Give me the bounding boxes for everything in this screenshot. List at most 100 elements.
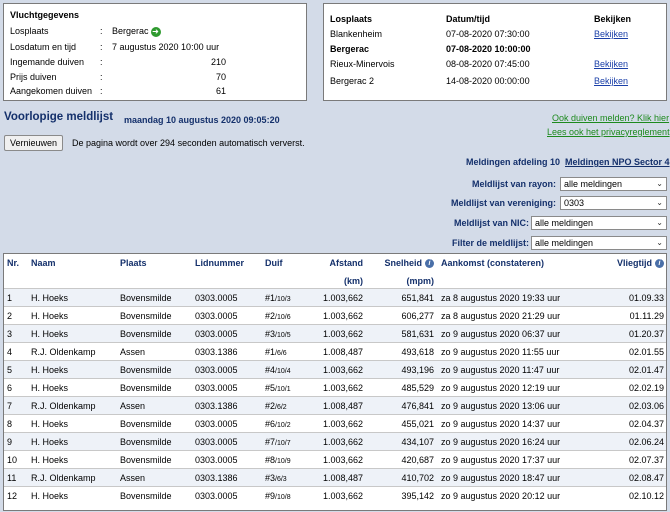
chevron-down-icon: ⌄ [656,179,663,188]
cell-plaats: Bovensmilde [117,414,192,433]
cell-afstand: 1.003,662 [310,306,367,325]
afstand-unit: (km) [343,276,363,286]
cell-nr: 4 [4,342,28,361]
cell-naam: R.J. Oldenkamp [28,468,117,487]
cell-snelheid: 434,107 [367,432,438,451]
info-icon[interactable]: i [655,259,664,269]
flight-value: 210 [210,57,226,67]
cell-aankomst: zo 9 augustus 2020 16:24 uur [438,432,591,451]
cell-vliegtijd: 02.06.24 [591,432,666,451]
cell-naam: H. Hoeks [28,306,117,325]
filter-label-rayon: Meldlijst van rayon: [471,179,556,189]
cell-duif: #3/10/5 [262,324,310,343]
table-row: 7 R.J. Oldenkamp Assen 0303.1386 #2/6/2 1.008… [4,396,666,415]
col-snelheid[interactable]: Snelheid i [367,254,438,276]
cell-aankomst: za 8 augustus 2020 21:29 uur [438,306,591,325]
flight-value: Bergerac [112,26,149,36]
snelheid-unit: (mpm) [406,276,435,286]
cell-afstand: 1.003,662 [310,432,367,451]
col-lidnummer[interactable]: Lidnummer [192,254,262,276]
chevron-down-icon: ⌄ [656,238,663,247]
cell-plaats: Bovensmilde [117,450,192,469]
cell-afstand: 1.003,662 [310,288,367,307]
rayon-select[interactable]: alle meldingen ⌄ [560,177,667,191]
flight-label: Aangekomen duiven [10,86,93,96]
cell-afstand: 1.008,487 [310,396,367,415]
cell-vliegtijd: 02.10.12 [591,486,666,505]
chevron-down-icon: ⌄ [656,198,663,207]
cell-naam: H. Hoeks [28,360,117,379]
meldlijst-filter-select[interactable]: alle meldingen ⌄ [531,236,667,250]
cell-vliegtijd: 02.01.55 [591,342,666,361]
col-vliegtijd[interactable]: Vliegtijd i [591,254,666,276]
info-icon[interactable]: i [425,259,434,269]
cell-naam: R.J. Oldenkamp [28,342,117,361]
col-duif[interactable]: Duif [262,254,310,276]
nic-select[interactable]: alle meldingen ⌄ [531,216,667,230]
cell-aankomst: zo 9 augustus 2020 20:12 uur [438,486,591,505]
forward-arrow-icon[interactable]: ➜ [150,26,161,37]
cell-vliegtijd: 01.09.33 [591,288,666,307]
filter-label-vereniging: Meldlijst van vereniging: [450,198,556,208]
cell-duif: #7/10/7 [262,432,310,451]
cell-naam: H. Hoeks [28,432,117,451]
cell-vliegtijd: 01.11.29 [591,306,666,325]
cell-naam: H. Hoeks [28,414,117,433]
cell-duif: #6/10/2 [262,414,310,433]
flight-info-title: Vluchtgegevens [10,10,80,20]
cell-nr: 12 [4,486,28,505]
results-table-panel: Nr. Naam Plaats Lidnummer Duif Afstand S… [3,253,667,511]
cell-snelheid: 410,702 [367,468,438,487]
cell-snelheid: 476,841 [367,396,438,415]
table-header-row: Nr. Naam Plaats Lidnummer Duif Afstand S… [4,254,666,276]
view-link[interactable]: Bekijken [594,27,628,41]
col-plaats[interactable]: Plaats [117,254,192,276]
view-link[interactable]: Bekijken [594,74,628,88]
table-row: 2 H. Hoeks Bovensmilde 0303.0005 #2/10/6 1.00… [4,306,666,325]
table-row: 4 R.J. Oldenkamp Assen 0303.1386 #1/6/6 1.008… [4,342,666,361]
col-naam[interactable]: Naam [28,254,117,276]
cell-lidnummer: 0303.0005 [192,486,262,505]
cell-naam: H. Hoeks [28,378,117,397]
col-nr[interactable]: Nr. [4,254,28,276]
cell-afstand: 1.003,662 [310,450,367,469]
cell-vliegtijd: 01.20.37 [591,324,666,343]
col-aankomst[interactable]: Aankomst (constateren) [438,254,591,276]
cell-aankomst: zo 9 augustus 2020 12:19 uur [438,378,591,397]
table-row: 11 R.J. Oldenkamp Assen 0303.1386 #3/6/3 1.00… [4,468,666,487]
cell-snelheid: 485,529 [367,378,438,397]
flight-label: Losdatum en tijd [10,42,77,52]
cell-nr: 10 [4,450,28,469]
flight-info-panel: Vluchtgegevens Losplaats : Bergerac ➜ Los… [3,3,307,101]
cell-plaats: Bovensmilde [117,360,192,379]
cell-lidnummer: 0303.0005 [192,378,262,397]
meldingen-npo-link[interactable]: Meldingen NPO Sector 4 [565,157,670,167]
cell-vliegtijd: 02.03.06 [591,396,666,415]
report-pigeons-link[interactable]: Ook duiven melden? Klik hier [552,113,669,123]
cell-duif: #9/10/8 [262,486,310,505]
cell-nr: 6 [4,378,28,397]
cell-lidnummer: 0303.0005 [192,306,262,325]
cell-snelheid: 493,618 [367,342,438,361]
cell-vliegtijd: 02.01.47 [591,360,666,379]
releases-header: Losplaats Datum/tijd Bekijken [330,14,632,24]
cell-nr: 9 [4,432,28,451]
col-afstand[interactable]: Afstand [310,254,367,276]
cell-plaats: Assen [117,468,192,487]
cell-lidnummer: 0303.0005 [192,414,262,433]
results-table: Nr. Naam Plaats Lidnummer Duif Afstand S… [4,254,666,505]
cell-snelheid: 420,687 [367,450,438,469]
cell-aankomst: za 8 augustus 2020 19:33 uur [438,288,591,307]
privacy-link[interactable]: Lees ook het privacyreglement [547,127,670,137]
view-link[interactable]: Bekijken [594,57,628,71]
cell-duif: #5/10/1 [262,378,310,397]
vereniging-select[interactable]: 0303 ⌄ [560,196,667,210]
cell-afstand: 1.008,487 [310,468,367,487]
table-row: 12 H. Hoeks Bovensmilde 0303.0005 #9/10/8 1.0… [4,486,666,505]
cell-aankomst: zo 9 augustus 2020 11:47 uur [438,360,591,379]
cell-lidnummer: 0303.1386 [192,468,262,487]
cell-nr: 8 [4,414,28,433]
cell-aankomst: zo 9 augustus 2020 14:37 uur [438,414,591,433]
cell-lidnummer: 0303.0005 [192,450,262,469]
refresh-button[interactable]: Vernieuwen [4,135,63,151]
